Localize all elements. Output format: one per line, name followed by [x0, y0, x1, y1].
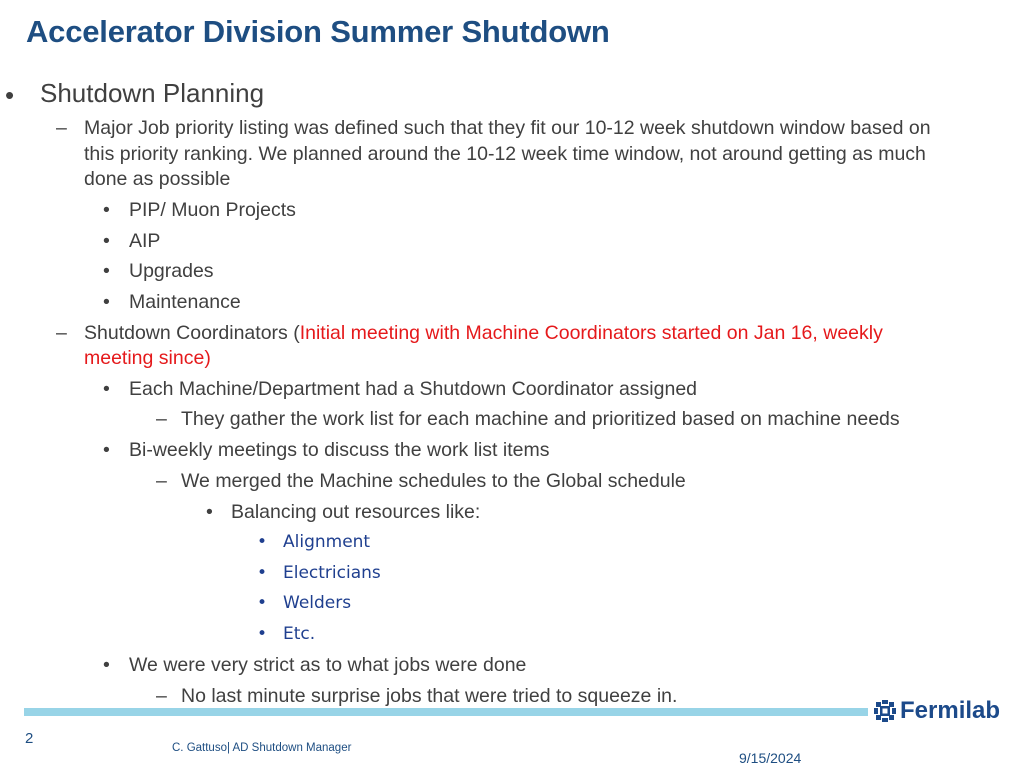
- fermilab-logo-icon: [874, 700, 896, 722]
- priority-item: Upgrades: [129, 260, 214, 282]
- balancing-text: Balancing out resources like:: [231, 501, 481, 523]
- bullet-icon: •: [103, 291, 110, 313]
- bullet-icon: •: [103, 199, 110, 221]
- priority-item: Maintenance: [129, 291, 241, 313]
- section-heading: Shutdown Planning: [40, 78, 265, 108]
- bullet-icon: •: [206, 501, 213, 523]
- slide-title: Accelerator Division Summer Shutdown: [26, 14, 610, 49]
- bullet-icon: •: [103, 439, 110, 461]
- biweekly-text: Bi-weekly meetings to discuss the work l…: [129, 439, 550, 461]
- major-job-line-1: Major Job priority listing was defined s…: [84, 117, 931, 139]
- bullet-icon: •: [257, 532, 268, 552]
- bullet-icon: •: [103, 654, 110, 676]
- bullet-icon: •: [103, 230, 110, 252]
- coordinators-line-2: meeting since): [84, 347, 211, 369]
- priority-item: AIP: [129, 230, 161, 252]
- dash-icon: –: [156, 685, 167, 707]
- fermilab-logo: Fermilab: [874, 697, 1000, 725]
- dash-icon: –: [56, 322, 67, 344]
- resource-item: Alignment: [283, 532, 371, 552]
- they-gather-text: They gather the work list for each machi…: [181, 408, 900, 430]
- bullet-icon: •: [257, 563, 268, 583]
- bullet-icon: •: [5, 80, 15, 110]
- dash-icon: –: [156, 408, 167, 430]
- footer-divider-bar: [24, 708, 868, 716]
- dash-icon: –: [56, 117, 67, 139]
- page-number: 2: [25, 730, 34, 747]
- priority-item: PIP/ Muon Projects: [129, 199, 296, 221]
- resource-item: Welders: [283, 593, 352, 613]
- dash-icon: –: [156, 470, 167, 492]
- resource-item: Etc.: [283, 624, 316, 644]
- coordinators-label: Shutdown Coordinators (: [84, 322, 300, 344]
- merged-text: We merged the Machine schedules to the G…: [181, 470, 686, 492]
- bullet-icon: •: [257, 593, 268, 613]
- major-job-line-3: done as possible: [84, 168, 231, 190]
- major-job-line-2: this priority ranking. We planned around…: [84, 143, 926, 165]
- footer-date: 9/15/2024: [739, 750, 802, 766]
- each-machine-text: Each Machine/Department had a Shutdown C…: [129, 378, 698, 400]
- bullet-icon: •: [103, 378, 110, 400]
- coordinators-highlight: Initial meeting with Machine Coordinator…: [299, 322, 883, 344]
- bullet-icon: •: [257, 624, 268, 644]
- strict-text: We were very strict as to what jobs were…: [129, 654, 527, 676]
- coordinators-line-1: Shutdown Coordinators (Initial meeting w…: [84, 322, 883, 345]
- fermilab-logo-text: Fermilab: [900, 697, 1001, 724]
- resource-item: Electricians: [283, 563, 381, 583]
- no-last-minute-text: No last minute surprise jobs that were t…: [181, 685, 678, 707]
- bullet-icon: •: [103, 260, 110, 282]
- footer-author: C. Gattuso| AD Shutdown Manager: [172, 742, 352, 754]
